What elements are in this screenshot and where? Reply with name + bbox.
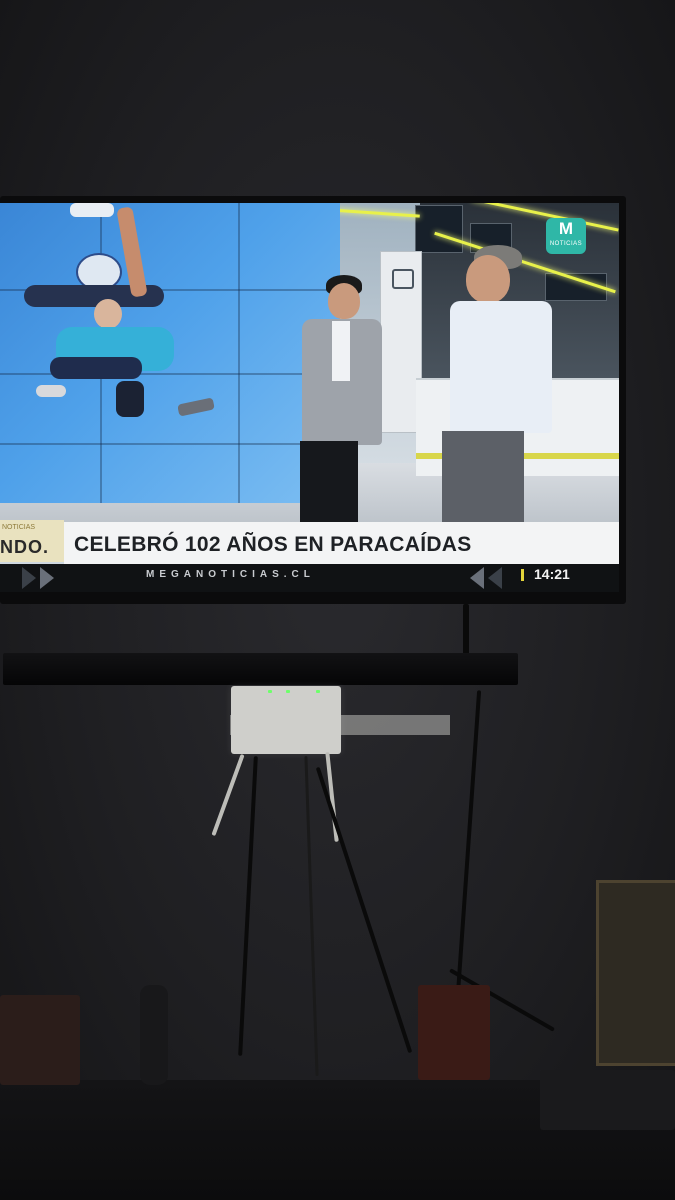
trousers: [300, 441, 358, 525]
video-wall: [0, 203, 340, 503]
camera-mount: [70, 203, 114, 217]
shelf-item: [540, 1070, 675, 1130]
distant-skydiver: [177, 397, 215, 417]
channel-logo-label: NOTICIAS: [549, 241, 583, 247]
chevron-icon: [470, 567, 484, 589]
white-shirt: [450, 301, 552, 433]
legs: [116, 381, 144, 417]
shelf-item: [418, 985, 490, 1080]
picture-frame: [596, 880, 675, 1066]
head: [466, 255, 510, 303]
headline: CELEBRÓ 102 AÑOS EN PARACAÍDAS: [74, 533, 472, 556]
clock: 14:21: [534, 566, 570, 582]
chevron-icon: [40, 567, 54, 589]
video-wall-seam: [238, 203, 240, 503]
presenter-right: [440, 245, 555, 525]
tandem-passenger: [36, 295, 176, 425]
chevron-icon: [22, 567, 36, 589]
lower-third-segment-label: NDO.: [0, 537, 49, 557]
chevron-icon: [488, 567, 502, 589]
passenger-head: [94, 299, 122, 329]
tv-screen: NOTICIAS NDO. CELEBRÓ 102 AÑOS EN PARACA…: [0, 203, 619, 592]
ticker-url: MEGANOTICIAS.CL: [146, 569, 315, 580]
channel-logo: M NOTICIAS: [546, 218, 586, 254]
video-wall-seam: [0, 443, 340, 445]
lower-third-segment-top: NOTICIAS: [2, 524, 36, 531]
router-led: [268, 690, 272, 693]
wifi-router: [231, 686, 341, 754]
harness: [50, 357, 142, 379]
clock-marker: [521, 569, 524, 581]
shelf-item: [0, 995, 80, 1085]
white-shirt: [332, 321, 350, 381]
grey-trousers: [442, 431, 524, 523]
router-led: [286, 690, 290, 693]
presenter-left: [294, 275, 384, 525]
soundbar: [3, 653, 518, 685]
pillar-logo-icon: [392, 269, 414, 289]
shelf-item: [140, 985, 168, 1085]
router-led: [316, 690, 320, 693]
shoe: [36, 385, 66, 397]
head: [328, 283, 360, 319]
channel-logo-mark: M: [558, 219, 574, 238]
